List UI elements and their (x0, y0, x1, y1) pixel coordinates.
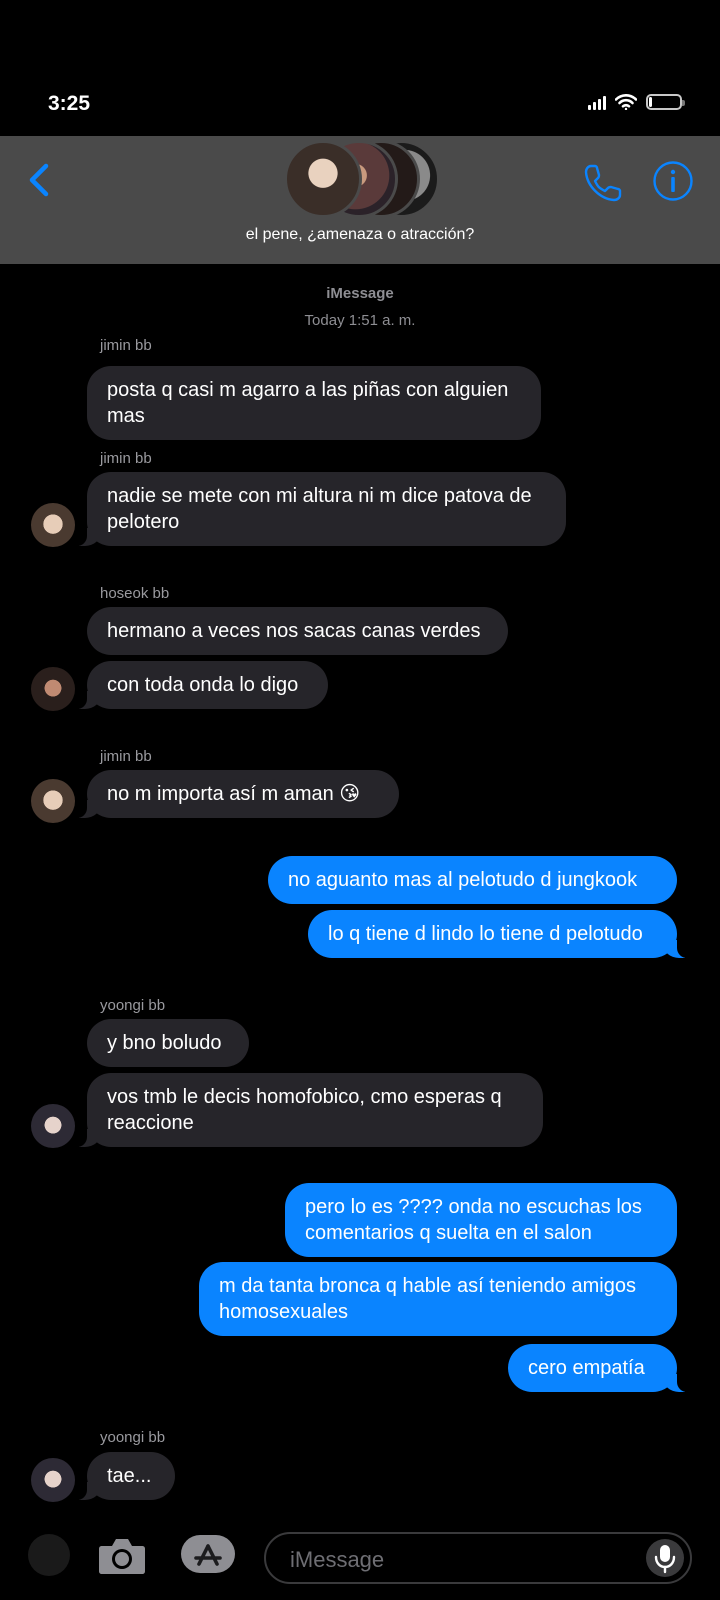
avatar (284, 140, 362, 218)
message-bubble-outgoing[interactable]: pero lo es ???? onda no escuchas los com… (285, 1183, 677, 1257)
timestamp: Today 1:51 a. m. (304, 312, 416, 329)
wifi-icon (615, 94, 637, 110)
avatar[interactable] (31, 1458, 75, 1502)
apps-button[interactable] (28, 1534, 70, 1576)
sender-name: jimin bb (100, 450, 152, 467)
battery-icon (646, 94, 685, 110)
message-bubble-outgoing[interactable]: m da tanta bronca q hable así teniendo a… (199, 1262, 677, 1336)
message-bubble-outgoing[interactable]: no aguanto mas al pelotudo d jungkook (268, 856, 677, 904)
message-bubble-outgoing[interactable]: lo q tiene d lindo lo tiene d pelotudo (308, 910, 687, 958)
status-time: 3:25 (48, 92, 91, 115)
message-bubble-incoming[interactable]: con toda onda lo digo (77, 661, 328, 709)
group-title[interactable]: el pene, ¿amenaza o atracción? (0, 226, 720, 244)
avatar[interactable] (31, 1104, 75, 1148)
phone-icon[interactable] (582, 162, 624, 204)
service-label: iMessage (326, 285, 394, 302)
avatar[interactable] (31, 779, 75, 823)
compose-bar (0, 1520, 720, 1600)
message-input[interactable] (288, 1544, 632, 1576)
sender-name: jimin bb (100, 748, 152, 765)
message-bubble-incoming[interactable]: tae... (77, 1452, 175, 1500)
message-bubble-incoming[interactable]: nadie se mete con mi altura ni m dice pa… (77, 472, 566, 546)
avatar[interactable] (31, 667, 75, 711)
message-bubble-incoming[interactable]: hermano a veces nos sacas canas verdes (87, 607, 508, 655)
status-icons (588, 94, 685, 110)
microphone-button[interactable] (646, 1539, 684, 1577)
camera-icon[interactable] (98, 1534, 146, 1576)
back-chevron-icon[interactable] (22, 160, 62, 200)
microphone-icon (654, 1545, 676, 1574)
sender-name: hoseok bb (100, 585, 170, 602)
message-bubble-incoming[interactable]: vos tmb le decis homofobico, cmo esperas… (77, 1073, 543, 1147)
sender-name: yoongi bb (100, 997, 166, 1014)
avatar[interactable] (31, 503, 75, 547)
message-bubble-outgoing[interactable]: cero empatía (508, 1344, 687, 1392)
status-bar: 3:25 (0, 0, 720, 136)
message-field[interactable] (264, 1532, 692, 1584)
message-bubble-incoming[interactable]: no m importa así m aman 😘 (77, 770, 399, 818)
message-bubble-incoming[interactable]: y bno boludo (87, 1019, 249, 1067)
message-bubble-incoming[interactable]: posta q casi m agarro a las piñas con al… (87, 366, 541, 440)
app-store-icon[interactable] (180, 1534, 236, 1574)
cellular-signal-icon (588, 94, 606, 110)
sender-name: jimin bb (100, 337, 152, 354)
conversation-header: el pene, ¿amenaza o atracción? (0, 136, 720, 264)
sender-name: yoongi bb (100, 1429, 166, 1446)
info-icon[interactable] (652, 160, 694, 202)
group-avatar-stack[interactable] (284, 140, 440, 218)
